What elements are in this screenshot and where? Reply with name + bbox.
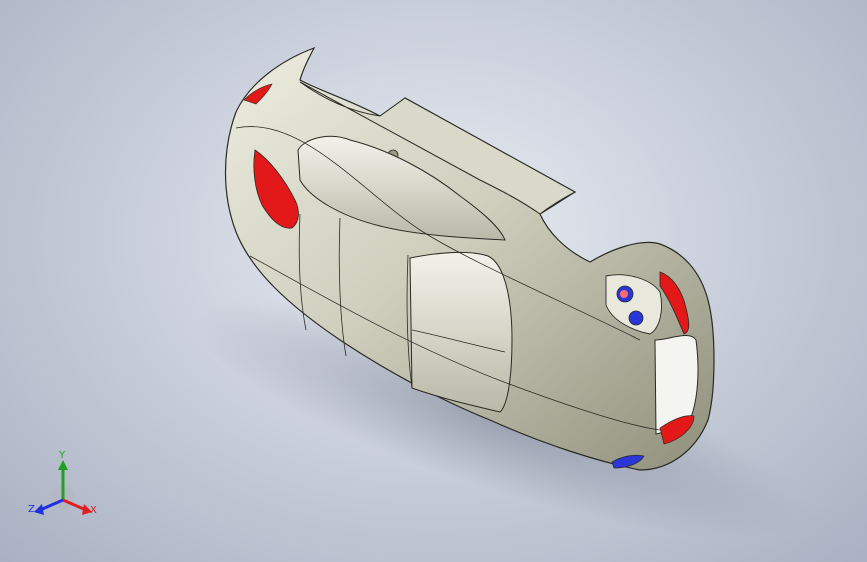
axis-x-label: X (90, 505, 97, 516)
orientation-triad[interactable] (0, 440, 110, 550)
headlight-upper-lens (620, 290, 628, 298)
axis-y-label: Y (59, 450, 66, 461)
graphics-viewport[interactable]: Y Z X (0, 0, 867, 562)
car-body-model[interactable] (0, 0, 867, 562)
axis-z-arrow (34, 504, 44, 515)
axis-z-label: Z (28, 504, 35, 515)
axis-y-arrow (58, 460, 68, 470)
headlight-lower (628, 310, 644, 326)
side-window-opening (409, 251, 513, 413)
